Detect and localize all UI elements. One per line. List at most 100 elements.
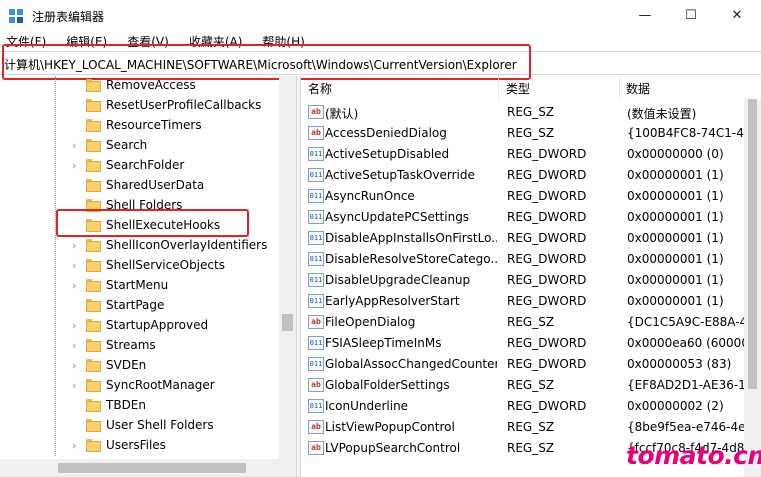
value-type: REG_SZ [507, 315, 555, 329]
value-row[interactable]: ab FileOpenDialog REG_SZ {DC1C5A9C-E88A-4c [302, 312, 744, 333]
value-type: REG_SZ [507, 105, 555, 119]
window-title: 注册表编辑器 [32, 10, 105, 24]
folder-icon [86, 359, 101, 372]
value-row[interactable]: ab GlobalFolderSettings REG_SZ {EF8AD2D1-AE… [302, 375, 744, 396]
address-path[interactable]: 计算机\HKEY_LOCAL_MACHINE\SOFTWARE\Microsof… [4, 56, 517, 73]
minimize-button[interactable]: — [622, 0, 668, 31]
tree-item-label: ShellServiceObjects [106, 258, 225, 272]
dword-value-icon: 011 [308, 357, 324, 371]
value-name: ListViewPopupControl [325, 420, 455, 434]
menu-favorites[interactable]: 收藏夹(A) [189, 33, 243, 50]
tree-item-label: StartPage [106, 298, 165, 312]
menu-view[interactable]: 查看(V) [127, 33, 169, 50]
folder-icon [86, 279, 101, 292]
pane-splitter[interactable] [296, 76, 301, 477]
tree-item-label: Search [106, 138, 148, 152]
tree-item-label: SVDEn [106, 358, 147, 372]
tree-item[interactable]: › StartMenu [0, 276, 280, 296]
tree-item[interactable]: RemoveAccess [0, 76, 280, 96]
value-data: {8be9f5ea-e746-4e4 [627, 420, 744, 434]
dword-value-icon: 011 [308, 147, 324, 161]
chevron-right-icon[interactable]: › [72, 440, 82, 452]
folder-icon [86, 439, 101, 452]
value-type: REG_DWORD [507, 336, 587, 350]
chevron-right-icon[interactable]: › [72, 160, 82, 172]
string-value-icon: ab [308, 420, 324, 434]
value-row[interactable]: 011 EarlyAppResolverStart REG_DWORD 0x00000… [302, 291, 744, 312]
tree-hscroll-thumb[interactable] [58, 463, 246, 473]
column-header-name[interactable]: 名称 [302, 76, 499, 99]
column-header-data[interactable]: 数据 [620, 76, 761, 99]
tree-scroll-thumb[interactable] [282, 314, 293, 331]
value-type: REG_DWORD [507, 210, 587, 224]
chevron-right-icon[interactable]: › [72, 380, 82, 392]
tree-item[interactable]: ShellExecuteHooks [0, 216, 280, 236]
column-header-type[interactable]: 类型 [500, 76, 620, 99]
maximize-button[interactable]: ☐ [668, 0, 714, 31]
tree-item[interactable]: TBDEn [0, 396, 280, 416]
tree-item[interactable]: Shell Folders [0, 196, 280, 216]
tree-item[interactable]: StartPage [0, 296, 280, 316]
value-row[interactable]: 011 FSIASleepTimeInMs REG_DWORD 0x0000ea60 … [302, 333, 744, 354]
tree-item[interactable]: ResetUserProfileCallbacks [0, 96, 280, 116]
tree-item[interactable]: › UsersFiles [0, 436, 280, 456]
value-data: {EF8AD2D1-AE36-11 [627, 378, 744, 392]
value-type: REG_SZ [507, 441, 555, 455]
value-row[interactable]: 011 AsyncUpdatePCSettings REG_DWORD 0x00000… [302, 207, 744, 228]
string-value-icon: ab [308, 315, 324, 329]
dword-value-icon: 011 [308, 189, 324, 203]
value-row[interactable]: ab AccessDeniedDialog REG_SZ {100B4FC8-74C1… [302, 123, 744, 144]
tree-item[interactable]: › StartupApproved [0, 316, 280, 336]
value-row[interactable]: 011 ActiveSetupTaskOverride REG_DWORD 0x000… [302, 165, 744, 186]
list-scroll-thumb[interactable] [748, 99, 757, 389]
tree-item[interactable]: › ShellIconOverlayIdentifiers [0, 236, 280, 256]
address-bar[interactable]: 计算机\HKEY_LOCAL_MACHINE\SOFTWARE\Microsof… [0, 51, 761, 75]
menu-file[interactable]: 文件(F) [6, 33, 46, 50]
close-button[interactable]: ✕ [714, 0, 760, 31]
tree-item[interactable]: › SVDEn [0, 356, 280, 376]
folder-icon [86, 379, 101, 392]
tree-horizontal-scrollbar[interactable] [0, 459, 296, 477]
value-data: 0x00000001 (1) [627, 252, 724, 266]
tree-item[interactable]: SharedUserData [0, 176, 280, 196]
menu-help[interactable]: 帮助(H) [262, 33, 304, 50]
value-row[interactable]: 011 DisableAppInstallsOnFirstLo... REG_DWO… [302, 228, 744, 249]
folder-icon [86, 419, 101, 432]
value-name: EarlyAppResolverStart [325, 294, 460, 308]
value-row[interactable]: 011 GlobalAssocChangedCounter REG_DWORD 0x0… [302, 354, 744, 375]
chevron-right-icon[interactable]: › [72, 280, 82, 292]
folder-icon [86, 119, 101, 132]
tree-vertical-scrollbar[interactable] [279, 76, 296, 459]
value-row[interactable]: 011 DisableResolveStoreCatego... REG_DWORD… [302, 249, 744, 270]
tree-item[interactable]: › Streams [0, 336, 280, 356]
value-name: DisableResolveStoreCatego... [325, 252, 497, 266]
tree-item[interactable]: › Search [0, 136, 280, 156]
tree-item[interactable]: › SearchFolder [0, 156, 280, 176]
tree-item[interactable]: › SyncRootManager [0, 376, 280, 396]
value-row[interactable]: ab ListViewPopupControl REG_SZ {8be9f5ea-e7… [302, 417, 744, 438]
value-row[interactable]: ab (默认) REG_SZ (数值未设置) [302, 102, 744, 123]
tree-item-label: StartupApproved [106, 318, 209, 332]
dword-value-icon: 011 [308, 273, 324, 287]
chevron-right-icon[interactable]: › [72, 360, 82, 372]
chevron-right-icon[interactable]: › [72, 320, 82, 332]
chevron-right-icon[interactable]: › [72, 240, 82, 252]
value-row[interactable]: 011 ActiveSetupDisabled REG_DWORD 0x0000000… [302, 144, 744, 165]
value-row[interactable]: 011 AsyncRunOnce REG_DWORD 0x00000001 (1) [302, 186, 744, 207]
value-type: REG_DWORD [507, 168, 587, 182]
menu-edit[interactable]: 编辑(E) [66, 33, 107, 50]
value-row[interactable]: 011 IconUnderline REG_DWORD 0x00000002 (2) [302, 396, 744, 417]
chevron-right-icon[interactable]: › [72, 340, 82, 352]
tree-item[interactable]: › ShellServiceObjects [0, 256, 280, 276]
folder-icon [86, 99, 101, 112]
tree-item-label: TBDEn [106, 398, 146, 412]
list-vertical-scrollbar[interactable] [744, 99, 761, 477]
tree-item[interactable]: ResourceTimers [0, 116, 280, 136]
value-type: REG_SZ [507, 378, 555, 392]
chevron-right-icon[interactable]: › [72, 140, 82, 152]
value-row[interactable]: 011 DisableUpgradeCleanup REG_DWORD 0x00000… [302, 270, 744, 291]
dword-value-icon: 011 [308, 210, 324, 224]
tree-item[interactable]: User Shell Folders [0, 416, 280, 436]
chevron-right-icon[interactable]: › [72, 260, 82, 272]
tree-item-label: UsersFiles [106, 438, 166, 452]
